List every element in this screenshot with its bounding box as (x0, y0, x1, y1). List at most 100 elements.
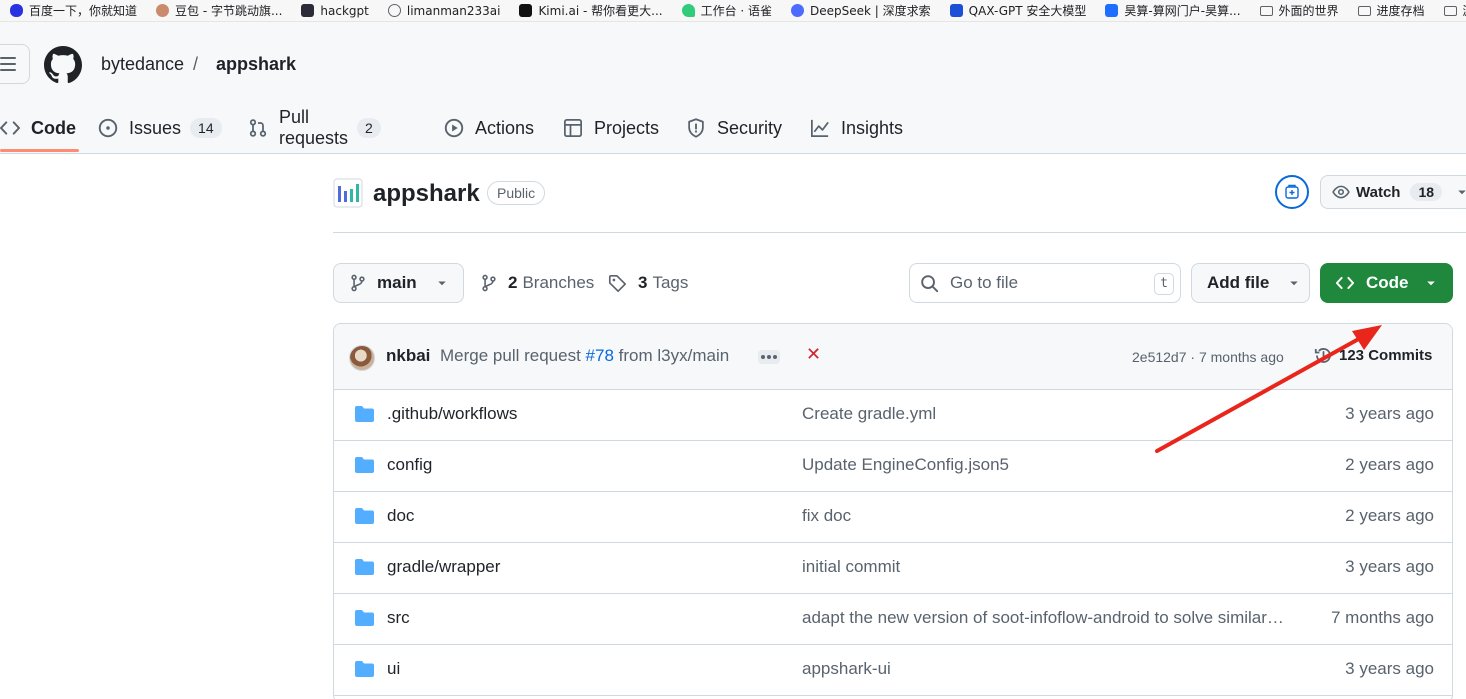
table-icon (564, 119, 582, 137)
bookmark-qax[interactable]: QAX-GPT 安全大模型 (940, 2, 1096, 19)
table-row[interactable]: gradle/wrapper initial commit 3 years ag… (334, 543, 1452, 594)
pin-button[interactable] (1275, 175, 1309, 209)
bookmark-label: 进度存档 (1376, 4, 1425, 18)
file-commit-message[interactable]: adapt the new version of soot-infoflow-a… (802, 608, 1286, 628)
tab-pull-requests[interactable]: Pull requests 2 (248, 102, 381, 154)
bookmark-kimi[interactable]: Kimi.ai - 帮你看更大... (509, 2, 671, 19)
add-file-button[interactable]: Add file (1191, 263, 1310, 303)
avatar[interactable] (349, 345, 375, 371)
chevron-down-icon (1426, 281, 1435, 286)
commit-author[interactable]: nkbai (386, 346, 430, 366)
file-name[interactable]: doc (387, 506, 414, 526)
bookmark-baidu[interactable]: 百度一下，你就知道 (0, 2, 146, 19)
search-placeholder: Go to file (950, 273, 1019, 292)
file-name[interactable]: src (387, 608, 410, 628)
go-to-file-input[interactable]: Go to file t (909, 263, 1181, 303)
chevron-down-icon (1458, 190, 1466, 195)
tab-code[interactable]: Code (0, 102, 76, 154)
tab-label: Security (717, 117, 783, 138)
file-age: 3 years ago (1345, 557, 1434, 576)
bookmark-label: limanman233ai (406, 3, 501, 18)
code-button[interactable]: Code (1320, 263, 1453, 303)
breadcrumb-owner[interactable]: bytedance (101, 54, 184, 75)
folder-icon (355, 457, 374, 473)
file-name[interactable]: .github/workflows (387, 404, 517, 424)
pull-requests-count-badge: 2 (357, 118, 381, 138)
repo-header: bytedance / appshark Code Issues 14 Pull… (0, 22, 1466, 154)
file-commit-message[interactable]: appshark-ui (802, 659, 1286, 679)
annotation-arrow-icon (1155, 325, 1382, 453)
watch-button[interactable]: Watch 18 (1320, 175, 1466, 209)
tab-actions[interactable]: Actions (444, 102, 534, 154)
chevron-down-icon (1290, 281, 1299, 286)
file-commit-message[interactable]: initial commit (802, 557, 1286, 577)
bookmark-deepseek[interactable]: DeepSeek | 深度求索 (781, 2, 940, 19)
tab-insights[interactable]: Insights (810, 102, 903, 154)
file-name[interactable]: ui (387, 659, 400, 679)
bookmark-label: DeepSeek | 深度求索 (810, 4, 931, 18)
hackgpt-icon (301, 4, 315, 17)
globe-icon (387, 4, 401, 17)
code-icon (1336, 276, 1354, 290)
table-row[interactable]: ui appshark-ui 3 years ago (334, 645, 1452, 696)
play-icon (444, 118, 464, 138)
table-row[interactable]: src adapt the new version of soot-infofl… (334, 594, 1452, 645)
file-age: 7 months ago (1330, 608, 1434, 627)
folder-icon (355, 406, 374, 422)
bookmarks-bar: 百度一下，你就知道 豆包 - 字节跳动旗... hackgpt limanman… (0, 0, 1466, 22)
tags-link[interactable]: 3 Tags (608, 263, 688, 303)
watch-label: Watch (1356, 183, 1401, 201)
bookmark-yuque[interactable]: 工作台 · 语雀 (672, 2, 781, 19)
bookmark-folder-vuln[interactable]: 漏洞 (1434, 2, 1466, 19)
tab-label: Pull requests (279, 107, 349, 148)
bookmark-folder-progress[interactable]: 进度存档 (1348, 2, 1434, 19)
github-logo-icon[interactable] (44, 46, 82, 84)
issue-opened-icon (98, 118, 118, 138)
shortcut-key: t (1154, 273, 1174, 295)
expand-commit-button[interactable] (758, 350, 780, 364)
file-name[interactable]: config (387, 455, 432, 475)
branch-selector[interactable]: main (333, 263, 464, 303)
git-branch-icon (482, 274, 496, 292)
yuque-icon (681, 4, 695, 17)
tab-label: Issues (129, 117, 182, 138)
tab-security[interactable]: Security (686, 102, 782, 154)
doubao-icon (156, 4, 170, 17)
table-row[interactable]: doc fix doc 2 years ago (334, 492, 1452, 543)
eye-icon (1332, 185, 1350, 199)
branches-label: Branches (522, 273, 595, 292)
bookmark-hackgpt[interactable]: hackgpt (291, 4, 377, 18)
folder-icon (355, 610, 374, 626)
code-icon (0, 121, 20, 135)
repo-title[interactable]: appshark (373, 180, 480, 208)
tags-label: Tags (652, 273, 689, 292)
tab-issues[interactable]: Issues 14 (98, 102, 222, 154)
commit-pr-link[interactable]: #78 (586, 346, 614, 365)
shield-icon (688, 118, 704, 138)
branches-link[interactable]: 2 Branches (480, 263, 594, 303)
breadcrumb-repo[interactable]: appshark (216, 54, 296, 75)
deepseek-icon (791, 4, 805, 17)
check-failed-icon[interactable]: ✕ (806, 344, 821, 365)
bookmark-limanman[interactable]: limanman233ai (378, 4, 510, 18)
watch-count: 18 (1410, 183, 1443, 201)
tab-label: Actions (475, 117, 535, 138)
file-commit-message[interactable]: Update EngineConfig.json5 (802, 455, 1286, 475)
commit-message[interactable]: Merge pull request #78 from l3yx/main (440, 346, 729, 366)
folder-icon (355, 508, 374, 524)
folder-icon (1443, 5, 1457, 16)
tag-icon (608, 274, 627, 292)
bookmark-label: QAX-GPT 安全大模型 (968, 4, 1087, 18)
bookmark-haosuan[interactable]: 昊算-算网门户-昊算... (1095, 2, 1249, 19)
repo-push-icon (1285, 184, 1299, 199)
bookmark-folder-world[interactable]: 外面的世界 (1250, 2, 1348, 19)
tab-label: Projects (594, 117, 660, 138)
bookmark-label: 工作台 · 语雀 (700, 4, 773, 18)
bookmark-doubao[interactable]: 豆包 - 字节跳动旗... (146, 2, 291, 19)
tab-projects[interactable]: Projects (563, 102, 659, 154)
commit-message-suffix: from l3yx/main (618, 346, 730, 365)
file-name[interactable]: gradle/wrapper (387, 557, 500, 577)
file-commit-message[interactable]: fix doc (802, 506, 1286, 526)
breadcrumb-separator: / (193, 54, 199, 74)
menu-button[interactable] (0, 44, 30, 84)
